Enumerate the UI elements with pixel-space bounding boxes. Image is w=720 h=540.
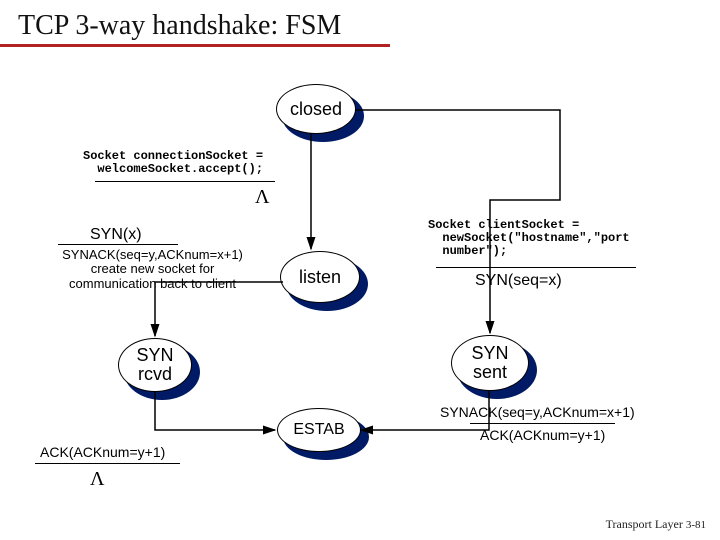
label-lambda-2: Λ bbox=[90, 468, 105, 490]
state-synrcvd: SYNrcvd bbox=[118, 338, 192, 392]
state-closed: closed bbox=[276, 84, 356, 134]
slide-footer: Transport Layer 3-81 bbox=[606, 517, 706, 532]
label-lambda-1: Λ bbox=[255, 186, 270, 208]
label-ack-action: ACK(ACKnum=y+1) bbox=[480, 428, 605, 443]
state-listen: listen bbox=[280, 251, 360, 303]
label-server-code: Socket connectionSocket = welcomeSocket.… bbox=[83, 150, 263, 176]
rule-client-code bbox=[436, 267, 636, 268]
label-ack-event: ACK(ACKnum=y+1) bbox=[40, 445, 165, 460]
state-estab: ESTAB bbox=[277, 408, 361, 452]
state-synrcvd-label: SYNrcvd bbox=[136, 346, 173, 384]
rule-ack-event bbox=[35, 463, 180, 464]
footer-page: 3-81 bbox=[686, 519, 706, 531]
label-syn-x: SYN(x) bbox=[90, 226, 142, 244]
slide-title: TCP 3-way handshake: FSM bbox=[18, 10, 341, 42]
state-estab-label: ESTAB bbox=[293, 422, 344, 439]
label-synack-event: SYNACK(seq=y,ACKnum=x+1) bbox=[440, 405, 635, 420]
label-client-code: Socket clientSocket = newSocket("hostnam… bbox=[428, 219, 630, 259]
label-synack-action: SYNACK(seq=y,ACKnum=x+1) create new sock… bbox=[45, 248, 260, 291]
footer-label: Transport Layer bbox=[606, 517, 683, 531]
state-synsent-label: SYNsent bbox=[471, 344, 508, 382]
label-syn-seqx: SYN(seq=x) bbox=[475, 272, 562, 290]
state-closed-label: closed bbox=[290, 100, 342, 119]
title-underline bbox=[0, 44, 390, 47]
state-listen-label: listen bbox=[299, 268, 341, 287]
rule-server-code bbox=[95, 181, 275, 182]
rule-syn-x bbox=[58, 244, 178, 245]
rule-synack-event bbox=[470, 423, 615, 424]
state-synsent: SYNsent bbox=[451, 335, 529, 391]
